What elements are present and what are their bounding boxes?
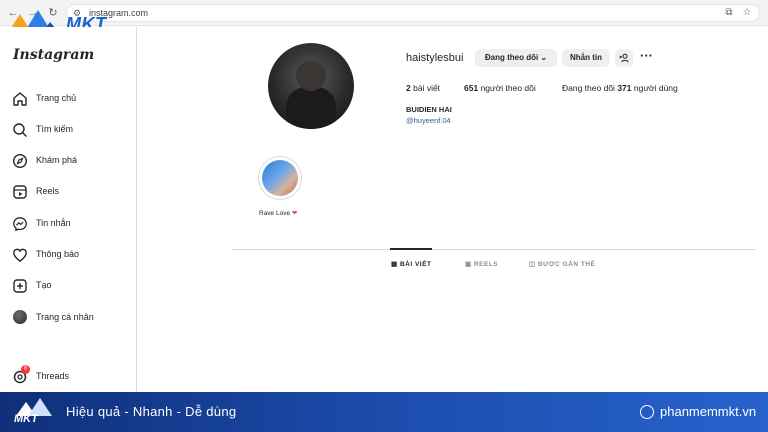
following-suffix: người dùng	[633, 83, 678, 93]
active-tab-indicator	[390, 248, 432, 250]
banner-logo-text: MKT	[14, 413, 38, 425]
sidebar-item-search[interactable]: Tìm kiếm	[10, 119, 130, 141]
following-count: 371	[617, 83, 632, 93]
bookmark-star-icon[interactable]: ☆	[741, 7, 753, 19]
following-button-label: Đang theo dõi	[484, 53, 539, 62]
heart-icon	[13, 248, 27, 262]
avatar-figure-head	[296, 61, 326, 91]
sidebar-item-label: Tìm kiếm	[36, 124, 73, 134]
tab-tagged[interactable]: ◫ ĐƯỢC GẮN THẺ	[529, 260, 595, 268]
chevron-down-icon: ⌄	[540, 53, 548, 62]
reels-tab-icon: ▣	[465, 261, 472, 268]
threads-badge: 8	[21, 365, 30, 374]
posts-label: bài viết	[413, 83, 441, 93]
message-button[interactable]: Nhắn tin	[562, 49, 610, 67]
sidebar-item-label: Threads	[36, 371, 70, 381]
profile-linked-handle[interactable]: @huyeenf.04	[406, 116, 451, 125]
sidebar-item-profile[interactable]: Trang cá nhân	[10, 307, 130, 329]
sidebar-item-home[interactable]: Trang chủ	[10, 88, 130, 110]
home-icon	[13, 92, 27, 106]
profile-username: haistylesbui	[406, 52, 464, 64]
sidebar-item-label: Tạo	[36, 280, 52, 290]
sidebar-item-threads[interactable]: 8 Threads	[10, 365, 130, 388]
globe-icon	[640, 405, 654, 419]
tab-label: BÀI VIẾT	[399, 261, 432, 268]
promo-banner: MKT Hiệu quả - Nhanh - Dễ dùng phanmemmk…	[0, 392, 768, 432]
followers-count: 651	[464, 83, 479, 93]
sidebar-item-notifications[interactable]: Thông báo	[10, 244, 130, 266]
profile-full-name: BUIDIEN HAI	[406, 105, 452, 114]
followers-stat[interactable]: 651 người theo dõi	[464, 83, 536, 93]
avatar	[13, 310, 27, 324]
reels-icon	[13, 185, 27, 199]
story-highlight[interactable]	[258, 156, 302, 200]
sidebar: Instagram Trang chủ Tìm kiếm Khám phá Re…	[0, 27, 137, 392]
sidebar-item-create[interactable]: Tạo	[10, 275, 130, 297]
tabs-divider	[232, 249, 756, 250]
search-icon	[13, 123, 27, 137]
posts-stat: 2 bài viết	[406, 83, 440, 93]
tab-posts[interactable]: ▦ BÀI VIẾT	[391, 260, 431, 268]
tab-label: ĐƯỢC GẮN THẺ	[537, 261, 596, 268]
plus-square-icon	[13, 279, 27, 293]
sidebar-item-label: Trang chủ	[36, 93, 77, 103]
suggest-user-button[interactable]	[615, 49, 633, 67]
banner-slogan: Hiệu quả - Nhanh - Dễ dùng	[66, 404, 237, 419]
sidebar-item-label: Trang cá nhân	[36, 312, 94, 322]
heart-emoji-icon: ❤	[291, 210, 298, 217]
sidebar-item-reels[interactable]: Reels	[10, 181, 130, 203]
tagged-icon: ◫	[529, 261, 536, 268]
highlight-label: Rave Love ❤	[259, 209, 297, 217]
highlight-cover-image	[262, 160, 298, 196]
tab-label: REELS	[473, 261, 499, 268]
compass-icon	[12, 153, 28, 169]
followers-label: người theo dõi	[480, 83, 536, 93]
messenger-icon	[13, 217, 27, 232]
following-button[interactable]: Đang theo dõi ⌄	[475, 49, 557, 67]
message-button-label: Nhắn tin	[570, 53, 602, 62]
grid-icon: ▦	[391, 261, 398, 268]
sidebar-item-label: Khám phá	[36, 155, 78, 165]
highlight-label-text: Rave Love	[259, 210, 291, 217]
add-user-icon	[619, 53, 629, 63]
sidebar-item-label: Thông báo	[36, 249, 80, 259]
sidebar-item-label: Tin nhắn	[36, 218, 71, 228]
instagram-brand[interactable]: Instagram	[13, 47, 94, 63]
more-options-icon[interactable]: ···	[640, 49, 656, 64]
sidebar-item-label: Reels	[36, 186, 60, 196]
posts-count: 2	[406, 83, 411, 93]
profile-avatar[interactable]	[268, 43, 354, 129]
install-icon[interactable]: ⧉	[723, 7, 735, 19]
sidebar-item-messages[interactable]: Tin nhắn	[10, 213, 130, 235]
address-bar[interactable]: ⚙ instagram.com ⧉ ☆	[66, 4, 760, 22]
sidebar-item-explore[interactable]: Khám phá	[10, 150, 130, 172]
following-stat[interactable]: Đang theo dõi 371 người dùng	[562, 83, 678, 93]
following-prefix: Đang theo dõi	[562, 83, 615, 93]
avatar-figure-body	[286, 87, 336, 129]
banner-website: phanmemmkt.vn	[660, 404, 757, 419]
tab-reels[interactable]: ▣ REELS	[465, 260, 498, 268]
